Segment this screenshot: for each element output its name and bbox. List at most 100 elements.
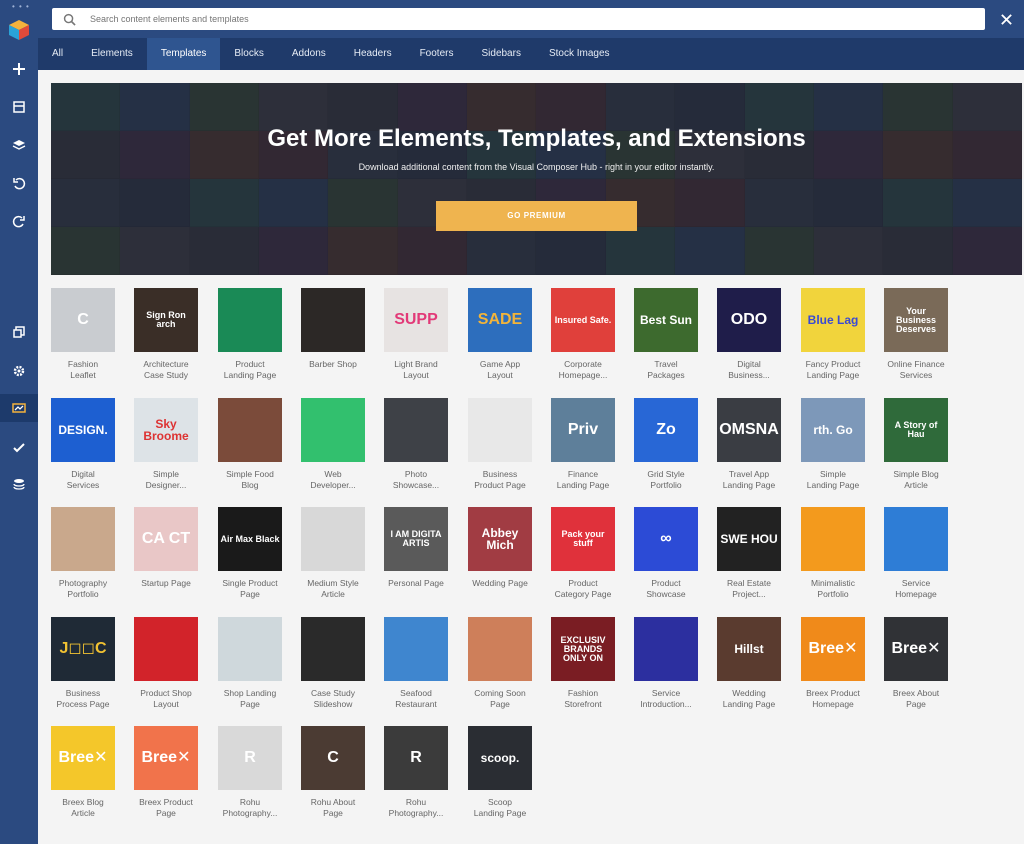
template-thumbnail[interactable]: [301, 617, 365, 681]
tab-headers[interactable]: Headers: [340, 38, 406, 70]
template-card[interactable]: Service Introduction...: [634, 617, 698, 710]
template-card[interactable]: Business Product Page: [468, 398, 532, 491]
template-thumbnail[interactable]: [301, 288, 365, 352]
template-card[interactable]: R Rohu Photography...: [218, 726, 282, 819]
tab-footers[interactable]: Footers: [406, 38, 468, 70]
template-card[interactable]: DESIGN. Digital Services: [51, 398, 115, 491]
copy-icon[interactable]: [0, 318, 38, 346]
template-card[interactable]: C Rohu About Page: [301, 726, 365, 819]
template-thumbnail[interactable]: EXCLUSIV BRANDS ONLY ON: [551, 617, 615, 681]
hub-icon[interactable]: [0, 394, 38, 422]
template-thumbnail[interactable]: Bree✕: [134, 726, 198, 790]
template-thumbnail[interactable]: [468, 617, 532, 681]
close-button[interactable]: [996, 8, 1016, 30]
template-thumbnail[interactable]: Bree✕: [51, 726, 115, 790]
template-thumbnail[interactable]: ODO: [717, 288, 781, 352]
template-thumbnail[interactable]: OMSNA: [717, 398, 781, 462]
visual-composer-logo[interactable]: [7, 18, 31, 42]
template-thumbnail[interactable]: Air Max Black: [218, 507, 282, 571]
template-card[interactable]: CA CT Startup Page: [134, 507, 198, 600]
template-thumbnail[interactable]: C: [301, 726, 365, 790]
search-box[interactable]: [52, 8, 985, 30]
template-thumbnail[interactable]: J◻◻C: [51, 617, 115, 681]
template-card[interactable]: R Rohu Photography...: [384, 726, 448, 819]
go-premium-button[interactable]: GO PREMIUM: [436, 201, 637, 231]
check-icon[interactable]: [0, 434, 38, 462]
template-thumbnail[interactable]: C: [51, 288, 115, 352]
template-thumbnail[interactable]: Your Business Deserves: [884, 288, 948, 352]
template-card[interactable]: Barber Shop: [301, 288, 365, 381]
template-thumbnail[interactable]: CA CT: [134, 507, 198, 571]
template-card[interactable]: Hillst Wedding Landing Page: [717, 617, 781, 710]
drag-dots-icon[interactable]: • • •: [12, 2, 30, 11]
template-card[interactable]: Shop Landing Page: [218, 617, 282, 710]
template-card[interactable]: Your Business Deserves Online Finance Serv…: [884, 288, 948, 381]
template-thumbnail[interactable]: DESIGN.: [51, 398, 115, 462]
template-card[interactable]: A Story of Hau Simple Blog Article: [884, 398, 948, 491]
template-card[interactable]: I AM DIGITA ARTIS Personal Page: [384, 507, 448, 600]
template-thumbnail[interactable]: scoop.: [468, 726, 532, 790]
template-card[interactable]: Service Homepage: [884, 507, 948, 600]
template-thumbnail[interactable]: [634, 617, 698, 681]
template-card[interactable]: Photo Showcase...: [384, 398, 448, 491]
template-thumbnail[interactable]: [468, 398, 532, 462]
template-card[interactable]: C Fashion Leaflet: [51, 288, 115, 381]
template-thumbnail[interactable]: [301, 507, 365, 571]
template-thumbnail[interactable]: [384, 617, 448, 681]
template-card[interactable]: Bree✕ Breex Product Homepage: [801, 617, 865, 710]
template-card[interactable]: Zo Grid Style Portfolio: [634, 398, 698, 491]
template-thumbnail[interactable]: [51, 507, 115, 571]
template-thumbnail[interactable]: Pack your stuff: [551, 507, 615, 571]
template-card[interactable]: Web Developer...: [301, 398, 365, 491]
template-thumbnail[interactable]: [301, 398, 365, 462]
template-thumbnail[interactable]: [218, 398, 282, 462]
template-card[interactable]: EXCLUSIV BRANDS ONLY ON Fashion Storefront: [551, 617, 615, 710]
template-thumbnail[interactable]: SADE: [468, 288, 532, 352]
search-input[interactable]: [88, 13, 942, 25]
template-thumbnail[interactable]: Best Sun: [634, 288, 698, 352]
template-thumbnail[interactable]: Bree✕: [801, 617, 865, 681]
template-thumbnail[interactable]: [884, 507, 948, 571]
template-thumbnail[interactable]: ∞: [634, 507, 698, 571]
template-card[interactable]: rth. Go Simple Landing Page: [801, 398, 865, 491]
template-card[interactable]: Coming Soon Page: [468, 617, 532, 710]
tab-stock-images[interactable]: Stock Images: [535, 38, 624, 70]
template-thumbnail[interactable]: [801, 507, 865, 571]
template-thumbnail[interactable]: Zo: [634, 398, 698, 462]
tab-sidebars[interactable]: Sidebars: [467, 38, 534, 70]
template-card[interactable]: SADE Game App Layout: [468, 288, 532, 381]
template-card[interactable]: Best Sun Travel Packages: [634, 288, 698, 381]
template-card[interactable]: Air Max Black Single Product Page: [218, 507, 282, 600]
gear-icon[interactable]: [0, 357, 38, 385]
template-thumbnail[interactable]: Priv: [551, 398, 615, 462]
template-card[interactable]: scoop. Scoop Landing Page: [468, 726, 532, 819]
tab-elements[interactable]: Elements: [77, 38, 147, 70]
template-card[interactable]: Sign Ron arch Architecture Case Study: [134, 288, 198, 381]
template-card[interactable]: ODO Digital Business...: [717, 288, 781, 381]
stack-icon[interactable]: [0, 470, 38, 498]
template-card[interactable]: Sky Broome Simple Designer...: [134, 398, 198, 491]
template-thumbnail[interactable]: Abbey Mich: [468, 507, 532, 571]
plus-icon[interactable]: [0, 55, 38, 83]
template-card[interactable]: Bree✕ Breex Blog Article: [51, 726, 115, 819]
template-card[interactable]: Pack your stuff Product Category Page: [551, 507, 615, 600]
template-thumbnail[interactable]: [134, 617, 198, 681]
template-card[interactable]: SUPP Light Brand Layout: [384, 288, 448, 381]
layout-icon[interactable]: [0, 93, 38, 121]
template-card[interactable]: Bree✕ Breex Product Page: [134, 726, 198, 819]
template-card[interactable]: Simple Food Blog: [218, 398, 282, 491]
layers-icon[interactable]: [0, 131, 38, 159]
template-card[interactable]: Minimalistic Portfolio: [801, 507, 865, 600]
template-thumbnail[interactable]: I AM DIGITA ARTIS: [384, 507, 448, 571]
template-card[interactable]: Bree✕ Breex About Page: [884, 617, 948, 710]
template-thumbnail[interactable]: [384, 398, 448, 462]
tab-addons[interactable]: Addons: [278, 38, 340, 70]
template-thumbnail[interactable]: SWE HOU: [717, 507, 781, 571]
template-thumbnail[interactable]: rth. Go: [801, 398, 865, 462]
template-thumbnail[interactable]: Blue Lag: [801, 288, 865, 352]
template-thumbnail[interactable]: R: [384, 726, 448, 790]
tab-templates[interactable]: Templates: [146, 38, 221, 70]
template-card[interactable]: Seafood Restaurant: [384, 617, 448, 710]
template-thumbnail[interactable]: A Story of Hau: [884, 398, 948, 462]
template-card[interactable]: ∞ Product Showcase: [634, 507, 698, 600]
